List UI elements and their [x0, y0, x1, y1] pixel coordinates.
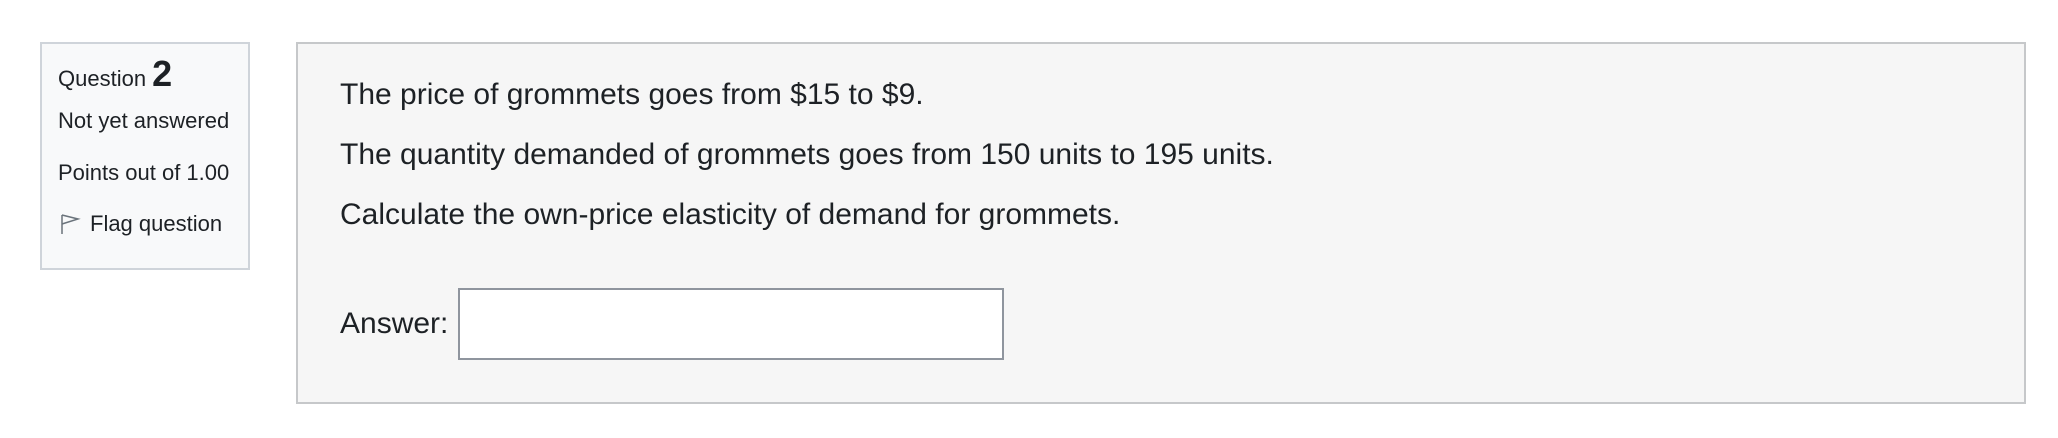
- flag-icon[interactable]: [58, 212, 82, 236]
- question-line-quantity: The quantity demanded of grommets goes f…: [340, 138, 1274, 171]
- question-grade: Points out of 1.00: [58, 160, 230, 185]
- answer-input[interactable]: [458, 288, 1005, 360]
- flag-question-button[interactable]: Flag question: [58, 212, 232, 236]
- question-number: 2: [152, 53, 173, 94]
- question-status: Not yet answered: [58, 108, 230, 133]
- answer-label: Answer:: [340, 307, 449, 340]
- question-line-price: The price of grommets goes from $15 to $…: [340, 78, 924, 111]
- question-text: The price of grommets goes from $15 to $…: [340, 74, 1982, 236]
- flag-question-label[interactable]: Flag question: [90, 213, 222, 235]
- answer-row: Answer:: [340, 288, 1005, 360]
- quiz-page: Question 2 Not yet answered Points out o…: [0, 0, 2058, 438]
- question-content-panel: The price of grommets goes from $15 to $…: [296, 42, 2026, 404]
- question-number-heading: Question 2: [58, 56, 232, 92]
- question-line-instruction: Calculate the own-price elasticity of de…: [340, 198, 1121, 231]
- question-label: Question: [58, 66, 147, 91]
- question-info-panel: Question 2 Not yet answered Points out o…: [40, 42, 250, 270]
